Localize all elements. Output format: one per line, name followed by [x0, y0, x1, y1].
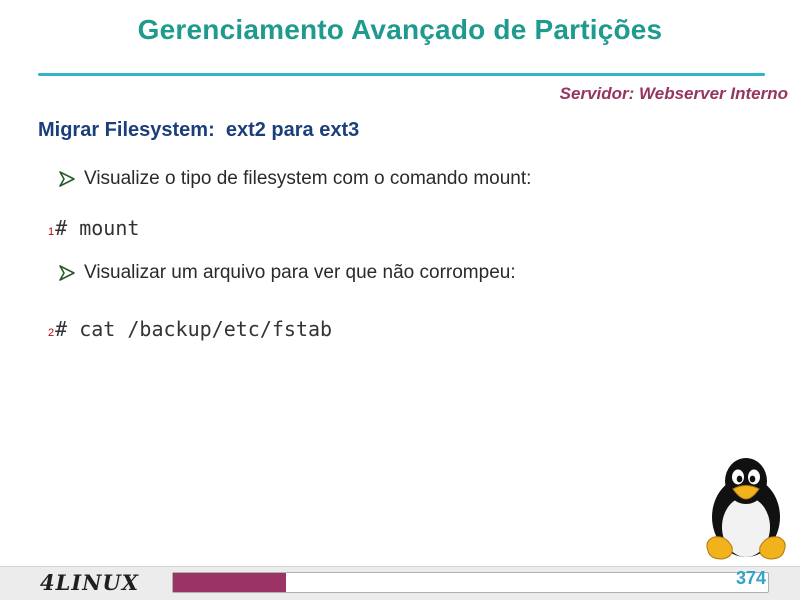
arrowhead-bullet-icon	[59, 265, 75, 281]
slide: Gerenciamento Avançado de Partições Serv…	[0, 0, 800, 600]
slide-title: Gerenciamento Avançado de Partições	[137, 14, 663, 45]
company-logo: 4LINUX	[40, 570, 140, 595]
bullet-text: Visualizar um arquivo para ver que não c…	[84, 262, 516, 283]
tux-penguin-icon	[706, 458, 786, 560]
bullet-item: Visualizar um arquivo para ver que não c…	[58, 262, 516, 284]
bullet-item: Visualize o tipo de filesystem com o com…	[58, 168, 531, 190]
command-line: 2 # cat /backup/etc/fstab	[48, 317, 332, 341]
command-line: 1 # mount	[48, 216, 139, 240]
arrowhead-bullet-icon	[59, 171, 75, 187]
line-number: 1	[48, 226, 55, 238]
command-text: # mount	[55, 216, 140, 240]
server-label: Servidor: Webserver Interno	[559, 84, 788, 103]
page-number: 374	[736, 568, 767, 588]
section-heading: Migrar Filesystem: ext2 para ext3	[38, 119, 360, 141]
progress-bar-fill	[173, 573, 287, 592]
bullet-text: Visualize o tipo de filesystem com o com…	[84, 168, 532, 189]
progress-bar	[172, 572, 769, 593]
title-divider	[38, 73, 765, 76]
line-number: 2	[48, 327, 55, 339]
command-text: # cat /backup/etc/fstab	[55, 317, 333, 341]
